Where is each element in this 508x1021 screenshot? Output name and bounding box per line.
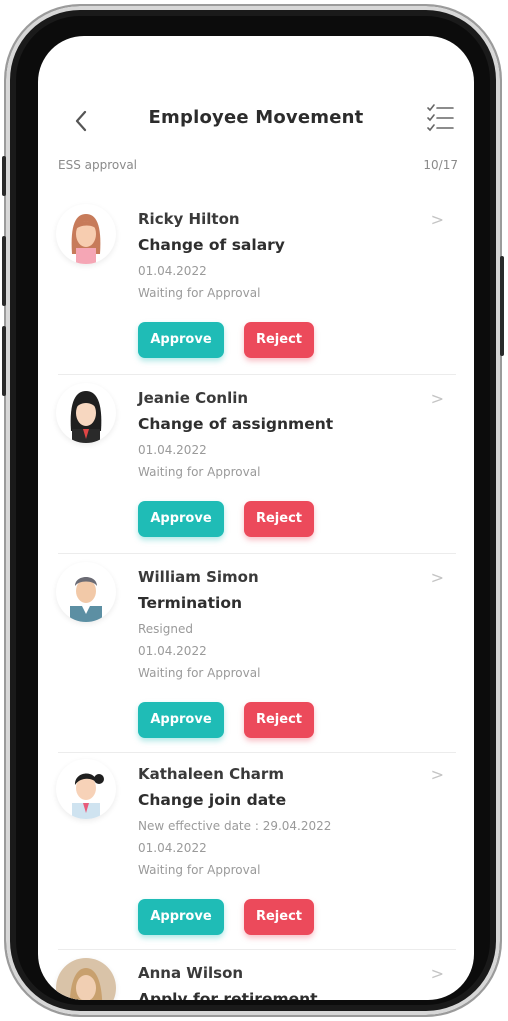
woman-avatar-icon [70,391,102,443]
request-card[interactable]: Ricky Hilton Change of salary 01.04.2022… [38,204,474,374]
woman-photo-avatar [56,958,116,1000]
request-type: Change of salary [138,236,285,254]
request-date: 01.04.2022 [138,841,207,855]
checklist-icon[interactable] [424,102,456,134]
avatar [56,204,116,264]
avatar [56,958,116,1000]
chevron-right-icon[interactable]: > [431,765,444,784]
request-date: 01.04.2022 [138,264,207,278]
employee-name: Kathaleen Charm [138,765,284,783]
woman-avatar-icon [72,773,104,819]
app-screen: Employee Movement ESS approval 10/17 Ric… [38,36,474,1000]
request-type: Termination [138,594,243,612]
approve-button[interactable]: Approve [138,322,224,358]
approve-button[interactable]: Approve [138,501,224,537]
employee-name: Jeanie Conlin [138,389,249,407]
approval-count: 10/17 [423,158,458,172]
reject-button[interactable]: Reject [244,899,314,935]
reject-button[interactable]: Reject [244,702,314,738]
divider [58,374,456,375]
avatar [56,759,116,819]
chevron-right-icon[interactable]: > [431,568,444,587]
request-card[interactable]: Anna Wilson Apply for retirement > [38,958,474,1000]
request-detail: Resigned [138,622,193,636]
section-label: ESS approval [58,158,138,172]
chevron-right-icon[interactable]: > [431,210,444,229]
reject-button[interactable]: Reject [244,322,314,358]
request-status: Waiting for Approval [138,465,261,479]
power-button [500,256,504,356]
request-type: Apply for retirement [138,990,318,1000]
request-card[interactable]: Jeanie Conlin Change of assignment 01.04… [38,383,474,553]
avatar [56,383,116,443]
employee-name: William Simon [138,568,259,586]
chevron-right-icon[interactable]: > [431,389,444,408]
man-avatar-icon [70,577,102,622]
request-card[interactable]: Kathaleen Charm Change join date New eff… [38,759,474,949]
request-date: 01.04.2022 [138,443,207,457]
request-detail: New effective date : 29.04.2022 [138,819,332,833]
silent-switch [2,156,6,196]
top-bar: Employee Movement [38,102,474,142]
employee-name: Anna Wilson [138,964,244,982]
request-card[interactable]: William Simon Termination Resigned 01.04… [38,562,474,752]
employee-name: Ricky Hilton [138,210,240,228]
avatar [56,562,116,622]
volume-up-button [2,236,6,306]
approve-button[interactable]: Approve [138,702,224,738]
request-date: 01.04.2022 [138,644,207,658]
chevron-right-icon[interactable]: > [431,964,444,983]
request-status: Waiting for Approval [138,286,261,300]
request-status: Waiting for Approval [138,666,261,680]
request-type: Change of assignment [138,415,334,433]
approve-button[interactable]: Approve [138,899,224,935]
page-title: Employee Movement [148,107,364,128]
divider [58,752,456,753]
section-subheader: ESS approval 10/17 [58,158,458,178]
woman-avatar-icon [71,214,101,264]
request-type: Change join date [138,791,287,809]
reject-button[interactable]: Reject [244,501,314,537]
divider [58,949,456,950]
volume-down-button [2,326,6,396]
request-status: Waiting for Approval [138,863,261,877]
divider [58,553,456,554]
